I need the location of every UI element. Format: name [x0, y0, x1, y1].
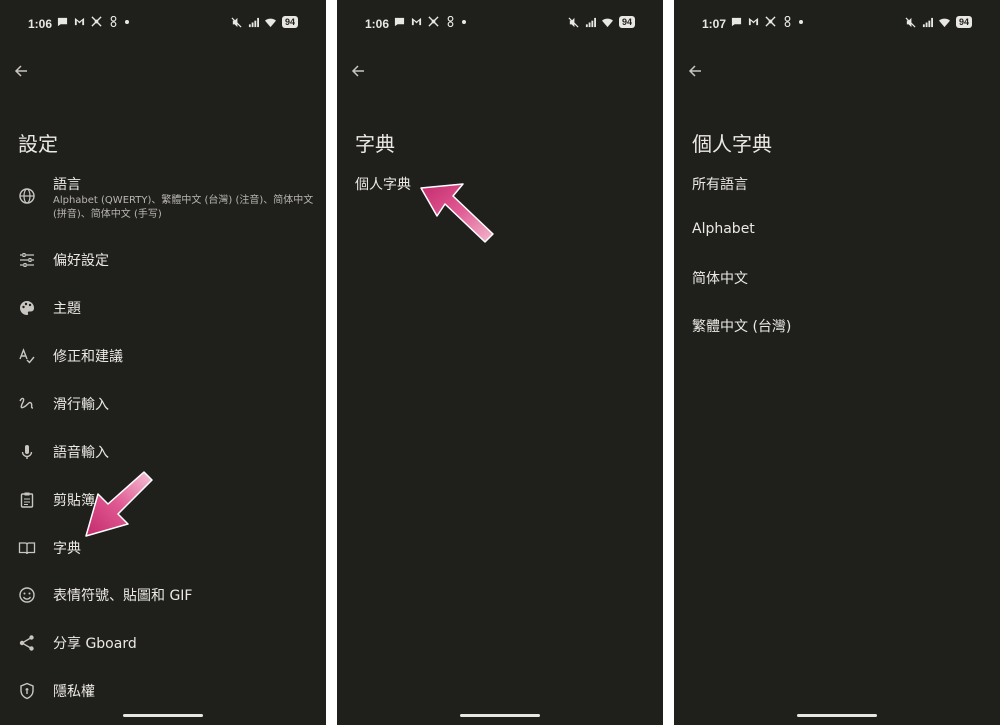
status-time: 1:06	[28, 17, 53, 31]
settings-item-label: 表情符號、貼圖和 GIF	[53, 588, 193, 604]
settings-item-label: 主題	[53, 301, 81, 317]
pointer-arrow	[85, 471, 153, 537]
share-icon	[19, 635, 34, 651]
notification-dot	[462, 19, 466, 24]
page-title: 字典	[355, 132, 395, 156]
settings-item-label: 字典	[53, 541, 81, 557]
personal-dictionary-screen: 1:07 94 個人字典 所有語言 Alphabet 简体中文 繁體中文 (台灣…	[674, 0, 1000, 725]
settings-item-theme[interactable]: 主題	[0, 290, 326, 326]
network-icon	[765, 16, 776, 27]
settings-item-preferences[interactable]: 偏好設定	[0, 242, 326, 278]
settings-item-languages[interactable]: 語言 Alphabet (QWERTY)、繁體中文 (台灣) (注音)、简体中文…	[0, 172, 326, 226]
settings-item-label: 語音輸入	[53, 445, 109, 461]
spellcheck-icon	[19, 348, 35, 364]
personal-dictionary-item[interactable]: 個人字典	[355, 174, 411, 194]
wifi-icon	[601, 18, 613, 27]
chat-icon	[731, 17, 742, 27]
language-item-traditional-chinese[interactable]: 繁體中文 (台灣)	[692, 316, 791, 336]
gesture-icon	[19, 397, 34, 409]
palette-icon	[20, 300, 35, 315]
smiley-icon	[19, 587, 35, 603]
home-indicator[interactable]	[797, 714, 877, 717]
settings-item-clipboard[interactable]: 剪貼簿	[0, 482, 326, 518]
settings-item-label: 隱私權	[53, 684, 95, 700]
settings-item-glide-typing[interactable]: 滑行輸入	[0, 386, 326, 422]
home-indicator[interactable]	[460, 714, 540, 717]
status-bar: 1:07 94	[674, 0, 1000, 40]
gmail-icon	[74, 17, 85, 26]
signal-icon	[248, 17, 259, 27]
page-title: 個人字典	[692, 132, 772, 156]
language-item-simplified-chinese[interactable]: 简体中文	[692, 268, 748, 288]
mute-icon	[568, 16, 579, 28]
wifi-icon	[938, 18, 950, 27]
settings-item-voice-typing[interactable]: 語音輸入	[0, 434, 326, 470]
settings-item-subtitle: Alphabet (QWERTY)、繁體中文 (台灣) (注音)、简体中文 (拼…	[53, 195, 314, 220]
gmail-icon	[411, 17, 422, 26]
clipboard-icon	[20, 492, 34, 508]
settings-item-label: 修正和建議	[53, 349, 123, 365]
pinwheel-icon	[784, 16, 791, 27]
book-icon	[18, 542, 36, 555]
mute-icon	[231, 16, 242, 28]
settings-item-emoji[interactable]: 表情符號、貼圖和 GIF	[0, 577, 326, 613]
pointer-arrow	[420, 183, 494, 243]
shield-icon	[20, 682, 34, 700]
wifi-icon	[264, 18, 276, 27]
signal-icon	[922, 17, 933, 27]
sliders-icon	[20, 253, 34, 267]
pinwheel-icon	[447, 16, 454, 27]
chat-icon	[57, 17, 68, 27]
mic-icon	[21, 445, 33, 459]
back-arrow-icon[interactable]	[686, 62, 704, 80]
status-bar: 1:06 94	[0, 0, 326, 40]
gmail-icon	[748, 17, 759, 26]
settings-item-corrections[interactable]: 修正和建議	[0, 338, 326, 374]
settings-item-dictionary[interactable]: 字典	[0, 530, 326, 566]
settings-item-privacy[interactable]: 隱私權	[0, 673, 326, 709]
notification-dot	[799, 19, 803, 24]
dictionary-screen: 1:06 94 字典 個人字典	[337, 0, 663, 725]
status-bar: 1:06 94	[337, 0, 663, 40]
battery-indicator: 94	[955, 16, 972, 28]
signal-icon	[585, 17, 596, 27]
settings-item-share[interactable]: 分享 Gboard	[0, 625, 326, 661]
settings-item-label: 分享 Gboard	[53, 636, 137, 652]
notification-dot	[125, 19, 129, 24]
chat-icon	[394, 17, 405, 27]
battery-indicator: 94	[281, 16, 298, 28]
pinwheel-icon	[110, 16, 117, 27]
back-arrow-icon[interactable]	[12, 62, 30, 80]
back-arrow-icon[interactable]	[349, 62, 367, 80]
page-title: 設定	[18, 132, 58, 156]
battery-indicator: 94	[618, 16, 635, 28]
network-icon	[428, 16, 439, 27]
home-indicator[interactable]	[123, 714, 203, 717]
settings-item-label: 滑行輸入	[53, 397, 109, 413]
network-icon	[91, 16, 102, 27]
language-item-all[interactable]: 所有語言	[692, 174, 748, 194]
mute-icon	[905, 16, 916, 28]
globe-icon	[19, 188, 35, 204]
settings-screen: 1:06 94 設定 語言 Alphabet (QWERTY)、繁體中文 (台灣…	[0, 0, 326, 725]
language-item-alphabet[interactable]: Alphabet	[692, 221, 755, 237]
status-time: 1:07	[702, 17, 727, 31]
settings-item-label: 偏好設定	[53, 253, 109, 269]
status-time: 1:06	[365, 17, 390, 31]
settings-item-label: 語言	[53, 177, 81, 193]
